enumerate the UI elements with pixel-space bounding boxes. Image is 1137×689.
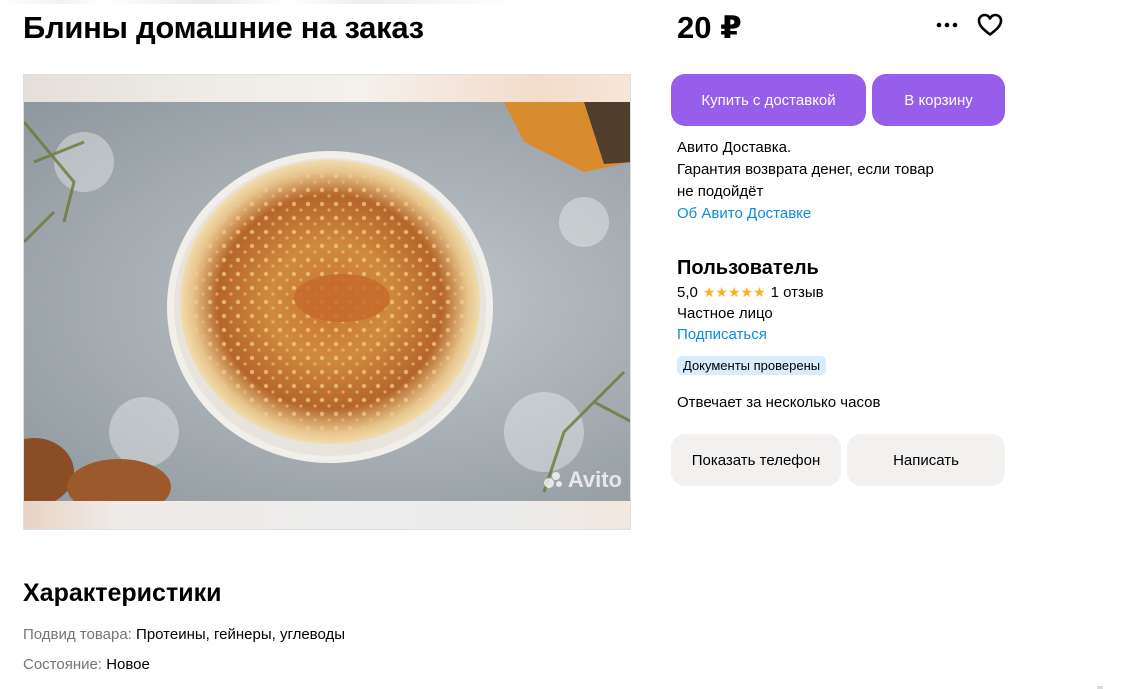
image-gallery[interactable]: Avito xyxy=(23,74,631,530)
favorite-button[interactable] xyxy=(975,10,1005,40)
delivery-line-2: Гарантия возврата денег, если товар xyxy=(677,161,934,178)
reviews-count[interactable]: 1 отзыв xyxy=(771,284,824,301)
more-horizontal-icon xyxy=(936,22,958,28)
delivery-line-3: не подойдёт xyxy=(677,183,764,200)
show-phone-button[interactable]: Показать телефон xyxy=(671,434,841,486)
documents-verified-badge: Документы проверены xyxy=(677,356,827,375)
watermark: Avito xyxy=(543,467,622,493)
buy-with-delivery-button[interactable]: Купить с доставкой xyxy=(671,74,866,126)
response-time: Отвечает за несколько часов xyxy=(677,394,881,411)
avito-logo-icon xyxy=(543,470,564,490)
write-message-button[interactable]: Написать xyxy=(847,434,1005,486)
delivery-line-1: Авито Доставка. xyxy=(677,139,792,156)
watermark-text: Avito xyxy=(567,467,622,492)
pancake-illustration xyxy=(24,102,630,503)
add-to-cart-button[interactable]: В корзину xyxy=(872,74,1005,126)
seller-type: Частное лицо xyxy=(677,305,773,322)
price: 20 ₽ xyxy=(677,10,742,45)
heart-outline-icon xyxy=(977,13,1003,36)
breadcrumb[interactable] xyxy=(0,0,520,4)
listing-photo[interactable]: Avito xyxy=(24,102,630,503)
rating-stars-icon: ★★★★★ xyxy=(702,284,766,300)
characteristic-key: Подвид товара: xyxy=(23,626,132,643)
characteristic-row: Состояние: Новое xyxy=(23,656,150,673)
gallery-blur-bottom xyxy=(24,501,630,529)
about-delivery-link[interactable]: Об Авито Доставке xyxy=(677,203,934,225)
characteristic-value: Новое xyxy=(106,656,150,673)
listing-page: Блины домашние на заказ Avito 20 ₽ Купит… xyxy=(0,0,1137,689)
seller-name[interactable]: Пользователь xyxy=(677,257,819,280)
delivery-info: Авито Доставка. Гарантия возврата денег,… xyxy=(677,137,934,225)
more-button[interactable] xyxy=(932,12,962,38)
subscribe-link[interactable]: Подписаться xyxy=(677,326,767,343)
seller-rating[interactable]: 5,0 ★★★★★ 1 отзыв xyxy=(677,284,824,301)
characteristic-row: Подвид товара: Протеины, гейнеры, углево… xyxy=(23,626,345,643)
characteristics-title: Характеристики xyxy=(23,579,222,607)
characteristic-key: Состояние: xyxy=(23,656,103,673)
rating-value: 5,0 xyxy=(677,284,698,301)
gallery-blur-top xyxy=(24,75,630,102)
characteristic-value: Протеины, гейнеры, углеводы xyxy=(136,626,346,643)
page-title: Блины домашние на заказ xyxy=(23,10,424,45)
